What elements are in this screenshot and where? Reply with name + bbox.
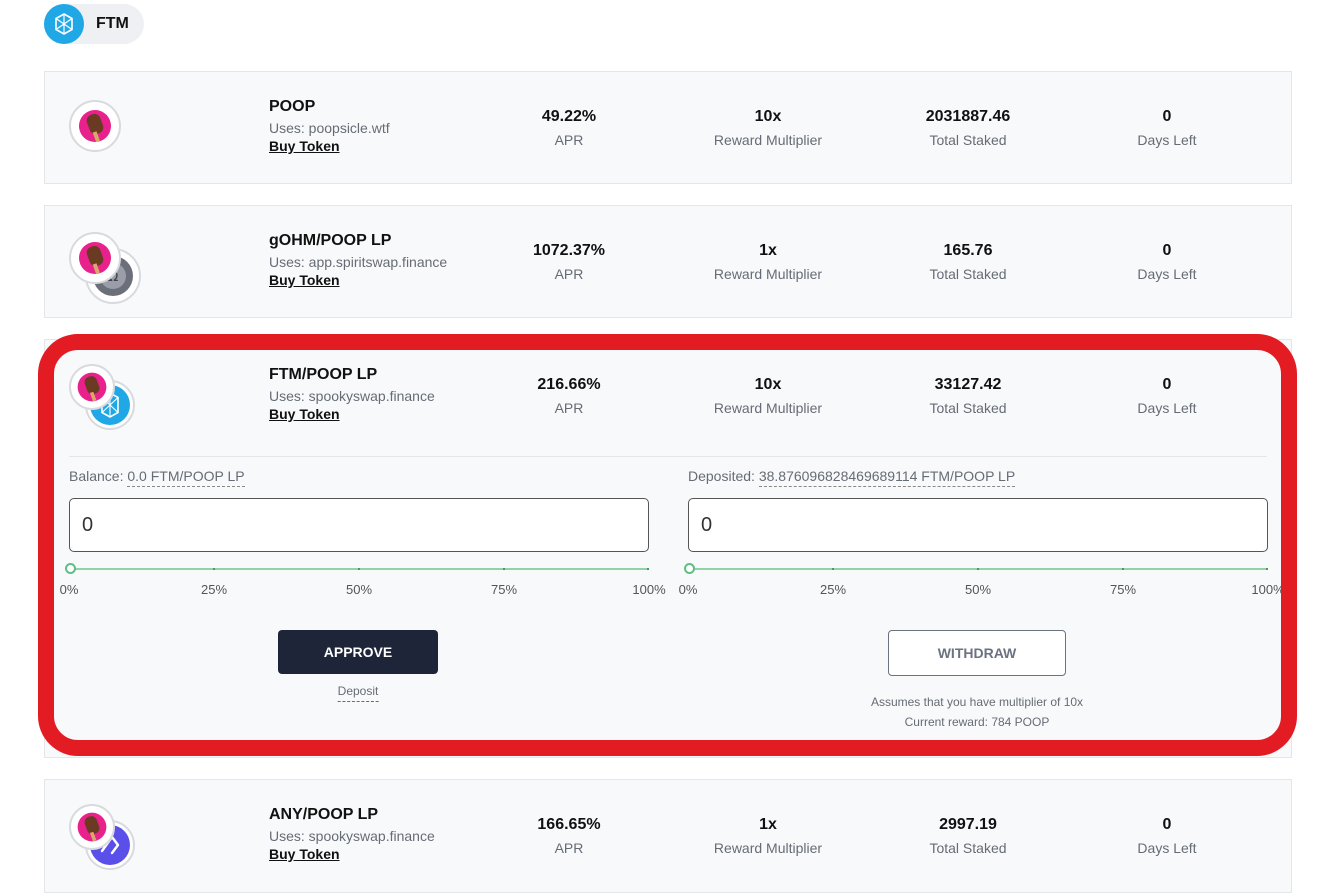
apr-label: APR	[554, 400, 584, 416]
slider-step-dot	[647, 568, 649, 570]
tick-label[interactable]: 0%	[60, 582, 79, 597]
tick-label[interactable]: 25%	[820, 582, 846, 597]
slider-ticks: 0% 25% 50% 75% 100%	[60, 582, 666, 602]
pool-card-poop[interactable]: POOP Uses: poopsicle.wtf Buy Token 49.22…	[44, 71, 1292, 184]
withdraw-amount-input[interactable]	[688, 498, 1268, 552]
tick-label[interactable]: 50%	[346, 582, 372, 597]
multiplier-note: Assumes that you have multiplier of 10x	[870, 695, 1084, 709]
slider-step-dot	[1266, 568, 1268, 570]
poopsicle-icon	[69, 100, 121, 152]
tick-label[interactable]: 75%	[1110, 582, 1136, 597]
buy-token-link[interactable]: Buy Token	[269, 846, 340, 862]
apr-value: 166.65%	[537, 816, 601, 833]
apr-label: APR	[554, 840, 584, 856]
slider-step-dot	[977, 568, 979, 570]
deposit-slider[interactable]	[65, 562, 649, 576]
buy-token-link[interactable]: Buy Token	[269, 272, 340, 288]
total-staked-label: Total Staked	[929, 132, 1007, 148]
total-staked-value: 165.76	[943, 242, 993, 259]
apr-value: 49.22%	[541, 108, 597, 125]
slider-step-dot	[503, 568, 505, 570]
multiplier-label: Reward Multiplier	[713, 266, 823, 282]
days-left-label: Days Left	[1137, 840, 1197, 856]
poopsicle-icon	[69, 232, 121, 284]
pool-name: gOHM/POOP LP	[269, 232, 392, 249]
approve-button[interactable]: APPROVE	[278, 630, 438, 674]
deposit-amount-input[interactable]	[69, 498, 649, 552]
chain-tab-ftm[interactable]: FTM	[44, 4, 144, 44]
days-left-label: Days Left	[1137, 266, 1197, 282]
multiplier-label: Reward Multiplier	[713, 132, 823, 148]
slider-step-dot	[1122, 568, 1124, 570]
apr-label: APR	[554, 266, 584, 282]
days-left-label: Days Left	[1137, 400, 1197, 416]
apr-value: 1072.37%	[532, 242, 606, 259]
multiplier-value: 10x	[754, 108, 782, 125]
tick-label[interactable]: 0%	[679, 582, 698, 597]
total-staked-label: Total Staked	[929, 840, 1007, 856]
poopsicle-icon	[69, 804, 115, 850]
current-reward-note: Current reward: 784 POOP	[904, 715, 1050, 729]
pool-uses: Uses: app.spiritswap.finance	[269, 254, 448, 270]
fantom-icon	[44, 4, 84, 44]
deposit-link[interactable]: Deposit	[337, 684, 379, 702]
total-staked-label: Total Staked	[929, 266, 1007, 282]
multiplier-value: 1x	[759, 816, 777, 833]
deposited-line: Deposited: 38.87609682846968911​4 FTM/PO…	[688, 468, 1268, 487]
deposited-label: Deposited:	[688, 468, 755, 484]
withdraw-button[interactable]: WITHDRAW	[888, 630, 1066, 676]
slider-step-dot	[832, 568, 834, 570]
pool-card-gohm-poop[interactable]: Ω gOHM/POOP LP Uses: app.spiritswap.fina…	[44, 205, 1292, 318]
balance-label: Balance:	[69, 468, 124, 484]
balance-value[interactable]: 0.0 FTM/POOP LP	[127, 468, 245, 487]
days-left-value: 0	[1162, 816, 1172, 833]
days-left-value: 0	[1162, 376, 1172, 393]
divider	[69, 456, 1267, 457]
tick-label[interactable]: 100%	[632, 582, 665, 597]
pool-card-any-poop[interactable]: ANY/POOP LP Uses: spookyswap.finance Buy…	[44, 779, 1292, 893]
total-staked-label: Total Staked	[929, 400, 1007, 416]
days-left-value: 0	[1162, 108, 1172, 125]
pool-card-ftm-poop: FTM/POOP LP Uses: spookyswap.finance Buy…	[44, 339, 1292, 758]
multiplier-label: Reward Multiplier	[713, 840, 823, 856]
withdraw-panel: Deposited: 38.87609682846968911​4 FTM/PO…	[679, 468, 1285, 602]
multiplier-value: 1x	[759, 242, 777, 259]
buy-token-link[interactable]: Buy Token	[269, 138, 340, 154]
pool-name: ANY/POOP LP	[269, 806, 379, 823]
days-left-value: 0	[1162, 242, 1172, 259]
apr-value: 216.66%	[537, 376, 601, 393]
slider-step-dot	[213, 568, 215, 570]
tick-label[interactable]: 25%	[201, 582, 227, 597]
balance-line: Balance: 0.0 FTM/POOP LP	[69, 468, 649, 487]
deposited-value[interactable]: 38.87609682846968911​4 FTM/POOP LP	[758, 468, 1016, 487]
slider-handle[interactable]	[65, 563, 76, 574]
tick-label[interactable]: 50%	[965, 582, 991, 597]
multiplier-label: Reward Multiplier	[713, 400, 823, 416]
pool-name: POOP	[269, 98, 316, 115]
tick-label[interactable]: 75%	[491, 582, 517, 597]
days-left-label: Days Left	[1137, 132, 1197, 148]
total-staked-value: 2997.19	[939, 816, 997, 833]
buy-token-link[interactable]: Buy Token	[269, 406, 340, 422]
pool-uses: Uses: spookyswap.finance	[269, 388, 435, 404]
apr-label: APR	[554, 132, 584, 148]
slider-ticks: 0% 25% 50% 75% 100%	[679, 582, 1285, 602]
slider-handle[interactable]	[684, 563, 695, 574]
chain-tab-label: FTM	[96, 15, 129, 32]
poopsicle-icon	[69, 364, 115, 410]
withdraw-slider[interactable]	[684, 562, 1268, 576]
pool-uses: Uses: poopsicle.wtf	[269, 120, 390, 136]
multiplier-value: 10x	[754, 376, 782, 393]
pool-uses: Uses: spookyswap.finance	[269, 828, 435, 844]
total-staked-value: 2031887.46	[925, 108, 1011, 125]
slider-step-dot	[358, 568, 360, 570]
pool-name: FTM/POOP LP	[269, 366, 378, 383]
deposit-panel: Balance: 0.0 FTM/POOP LP 0% 25% 50% 75% …	[60, 468, 666, 602]
tick-label[interactable]: 100%	[1251, 582, 1284, 597]
total-staked-value: 33127.42	[934, 376, 1002, 393]
